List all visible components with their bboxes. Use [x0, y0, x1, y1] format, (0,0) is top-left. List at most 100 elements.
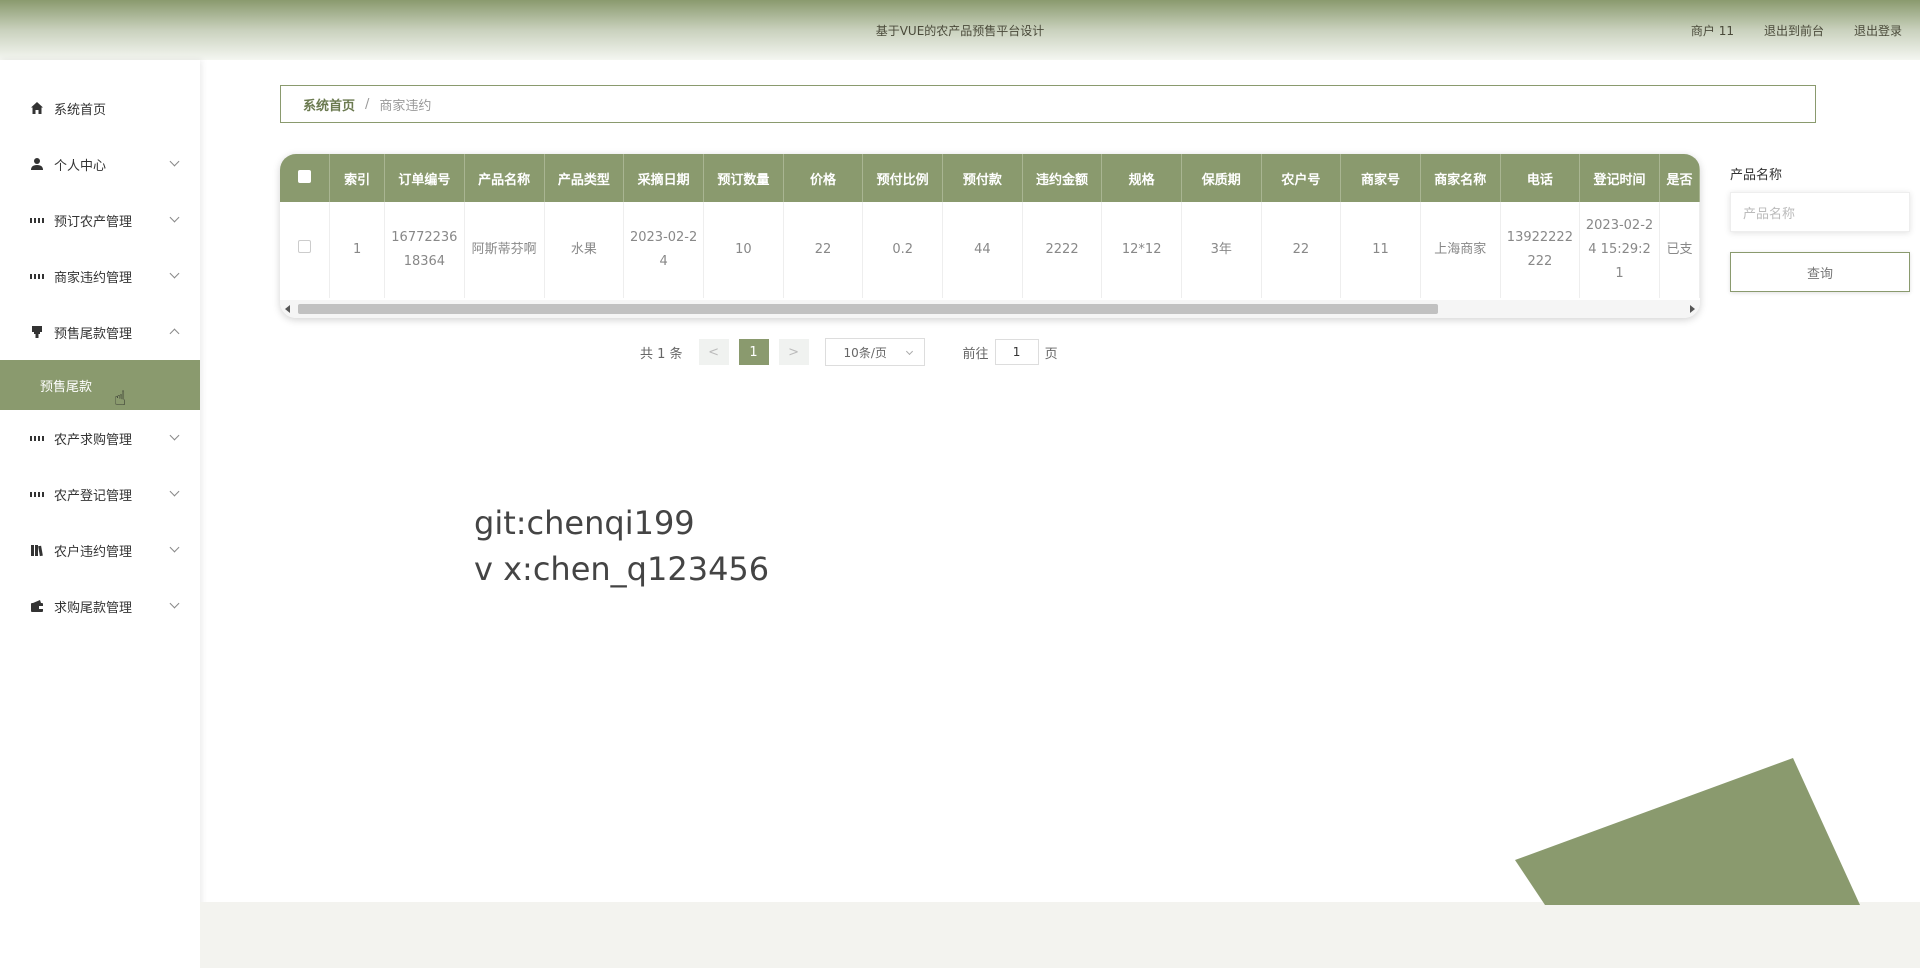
current-user-label: 商户 11	[1690, 24, 1734, 38]
column-header: 采摘日期	[623, 154, 704, 202]
column-header: 预订数量	[703, 154, 784, 202]
sidebar-item-personal-center[interactable]: 个人中心	[0, 136, 200, 192]
table-row[interactable]: 1 1677223618364 阿斯蒂芬啊 水果 2023-02-24 10 22 0.2 44…	[280, 202, 1700, 298]
scroll-right-icon[interactable]	[1690, 305, 1695, 313]
column-header: 规格	[1101, 154, 1182, 202]
sidebar-subitem-presale-balance[interactable]: 预售尾款 ☝	[0, 360, 200, 410]
sidebar-item-farmer-default[interactable]: 农户违约管理	[0, 522, 200, 578]
chevron-down-icon	[169, 542, 180, 553]
chevron-down-icon	[169, 598, 180, 609]
pagination: 共 1 条 < 1 > 10条/页 前往 1 页	[640, 338, 1058, 366]
wallet-icon	[30, 599, 44, 613]
horizontal-scrollbar[interactable]	[280, 300, 1700, 318]
hand-cursor-icon: ☝	[114, 386, 127, 410]
table-cell: 2222	[1022, 202, 1103, 298]
row-checkbox[interactable]	[298, 240, 312, 253]
page-suffix: 页	[1044, 346, 1058, 362]
sidebar-item-label: 预订农产管理	[54, 214, 133, 230]
stamp-icon	[30, 325, 44, 339]
table-cell: 3年	[1181, 202, 1262, 298]
prev-page-button[interactable]: <	[698, 339, 729, 365]
table-cell: 10	[703, 202, 784, 298]
column-header: 索引	[329, 154, 385, 202]
column-header: 违约金额	[1022, 154, 1103, 202]
product-name-search-input[interactable]: 产品名称	[1730, 192, 1910, 232]
column-header: 订单编号	[384, 154, 465, 202]
search-label: 产品名称	[1730, 168, 1783, 183]
column-header: 农户号	[1261, 154, 1342, 202]
table: 索引 订单编号 产品名称 产品类型 采摘日期 预订数量 价格 预付比例 预付款 违约金额 规格 保质期…	[280, 154, 1700, 298]
sidebar-item-label: 求购尾款管理	[54, 600, 133, 616]
breadcrumb: 系统首页 / 商家违约	[280, 85, 1816, 123]
table-cell: 44	[942, 202, 1023, 298]
sidebar-subitem-label: 预售尾款	[40, 379, 93, 395]
breadcrumb-current: 商家违约	[379, 98, 432, 114]
breadcrumb-home[interactable]: 系统首页	[303, 95, 355, 114]
page-size-select[interactable]: 10条/页	[824, 338, 925, 366]
sidebar-item-registration[interactable]: 农产登记管理	[0, 466, 200, 522]
decorative-shape	[1515, 758, 1860, 905]
sidebar-item-presale-balance[interactable]: 预售尾款管理	[0, 304, 200, 360]
sidebar-item-booking[interactable]: 预订农产管理	[0, 192, 200, 248]
page-size-value: 10条/页	[843, 345, 887, 360]
table-cell: 1677223618364	[384, 202, 465, 298]
sidebar-item-merchant-default[interactable]: 商家违约管理	[0, 248, 200, 304]
scroll-left-icon[interactable]	[285, 305, 290, 313]
grid-icon	[30, 269, 44, 283]
page-number-button[interactable]: 1	[738, 339, 769, 365]
table-cell: 水果	[544, 202, 625, 298]
table-cell: 上海商家	[1420, 202, 1501, 298]
sidebar-item-label: 个人中心	[54, 158, 107, 174]
table-header-row: 索引 订单编号 产品名称 产品类型 采摘日期 预订数量 价格 预付比例 预付款 违约金额 规格 保质期…	[280, 154, 1700, 202]
select-all-header[interactable]	[280, 154, 331, 202]
column-header: 是否	[1659, 154, 1700, 202]
sidebar-item-label: 商家违约管理	[54, 270, 133, 286]
table-cell: 22	[1261, 202, 1342, 298]
sidebar-item-purchase[interactable]: 农产求购管理	[0, 410, 200, 466]
column-header: 电话	[1500, 154, 1581, 202]
footer-band	[200, 902, 1920, 968]
column-header: 预付比例	[862, 154, 944, 202]
column-header: 登记时间	[1579, 154, 1660, 202]
chevron-down-icon	[169, 268, 180, 279]
sidebar-item-purchase-balance[interactable]: 求购尾款管理	[0, 578, 200, 634]
sidebar-item-label: 预售尾款管理	[54, 326, 133, 342]
column-header: 价格	[783, 154, 864, 202]
top-header: 基于VUE的农产品预售平台设计 商户 11 退出到前台 退出登录	[0, 0, 1920, 60]
table-cell: 0.2	[862, 202, 944, 298]
back-to-front-link[interactable]: 退出到前台	[1764, 22, 1824, 39]
chevron-down-icon	[169, 486, 180, 497]
select-all-checkbox[interactable]	[298, 169, 312, 183]
grid-icon	[30, 431, 44, 445]
watermark-line-1: git:chenqi199	[474, 504, 695, 542]
table-cell: 2023-02-24 15:29:21	[1579, 202, 1660, 298]
watermark-line-2: v x:chen_q123456	[474, 550, 770, 588]
table-cell: 已支	[1659, 202, 1700, 298]
row-select-cell[interactable]	[280, 202, 331, 298]
column-header: 预付款	[942, 154, 1023, 202]
logout-link[interactable]: 退出登录	[1854, 22, 1902, 39]
sidebar-item-label: 系统首页	[54, 102, 107, 118]
chevron-up-icon	[169, 328, 180, 339]
sidebar-item-label: 农户违约管理	[54, 544, 133, 560]
sidebar: 系统首页 个人中心 预订农产管理 商家违约管理 预售尾款管理 预售尾款 ☝ 农产…	[0, 60, 200, 968]
table-cell: 22	[783, 202, 864, 298]
user-icon	[30, 157, 44, 171]
goto-page-input[interactable]: 1	[994, 339, 1039, 365]
watermark-text: git:chenqi199 v x:chen_q123456	[474, 500, 769, 592]
breadcrumb-separator: /	[365, 96, 370, 112]
query-button[interactable]: 查询	[1730, 252, 1910, 292]
table-cell: 阿斯蒂芬啊	[464, 202, 545, 298]
chevron-down-icon	[905, 347, 913, 356]
sidebar-item-home[interactable]: 系统首页	[0, 80, 200, 136]
column-header: 商家名称	[1420, 154, 1501, 202]
table-cell: 2023-02-24	[623, 202, 704, 298]
column-header: 商家号	[1340, 154, 1421, 202]
scrollbar-thumb[interactable]	[298, 304, 1438, 314]
next-page-button[interactable]: >	[778, 339, 809, 365]
column-header: 产品名称	[464, 154, 545, 202]
column-header: 保质期	[1181, 154, 1262, 202]
total-count: 共 1 条	[640, 346, 683, 362]
home-icon	[30, 101, 44, 115]
grid-icon	[30, 213, 44, 227]
